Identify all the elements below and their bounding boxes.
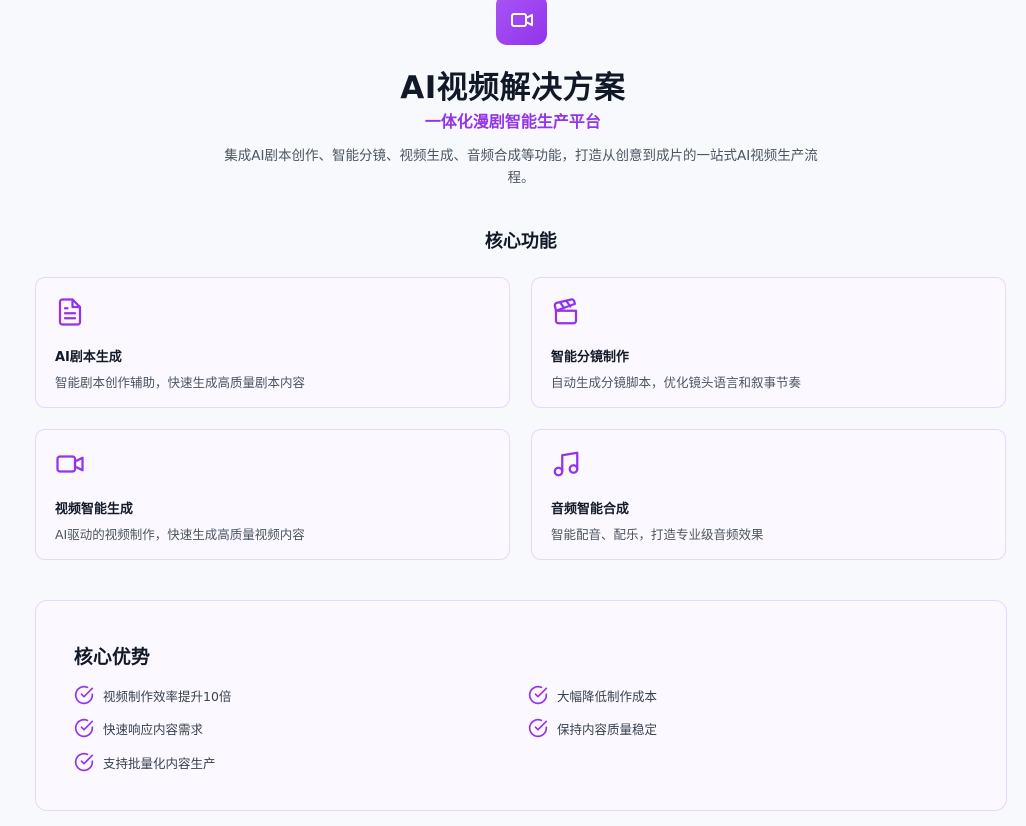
advantage-item: 大幅降低制作成本 xyxy=(528,685,657,705)
clapperboard-icon xyxy=(553,298,578,325)
advantage-label: 支持批量化内容生产 xyxy=(103,755,216,771)
hero-video-camera-icon xyxy=(496,0,547,45)
feature-card-storyboard[interactable]: 智能分镜制作 自动生成分镜脚本，优化镜头语言和叙事节奏 xyxy=(531,277,1006,408)
advantage-item: 视频制作效率提升10倍 xyxy=(74,685,231,705)
advantages-title: 核心优势 xyxy=(74,646,151,668)
feature-card-title: AI剧本生成 xyxy=(55,350,122,365)
music-note-icon xyxy=(553,451,579,477)
check-circle-icon xyxy=(74,752,94,772)
advantage-item: 快速响应内容需求 xyxy=(74,718,203,738)
features-section-title: 核心功能 xyxy=(485,231,557,252)
feature-card-desc: 智能剧本创作辅助，快速生成高质量剧本内容 xyxy=(55,375,306,390)
feature-card-title: 音频智能合成 xyxy=(551,502,630,517)
advantage-label: 大幅降低制作成本 xyxy=(557,688,658,704)
advantage-label: 视频制作效率提升10倍 xyxy=(103,688,232,704)
check-circle-icon xyxy=(528,718,548,738)
page-subtitle: 一体化漫剧智能生产平台 xyxy=(424,112,601,131)
advantage-item: 保持内容质量稳定 xyxy=(528,718,657,738)
feature-card-title: 智能分镜制作 xyxy=(551,350,630,365)
feature-card-audio[interactable]: 音频智能合成 智能配音、配乐，打造专业级音频效果 xyxy=(531,429,1006,560)
page-description: 集成AI剧本创作、智能分镜、视频生成、音频合成等功能，打造从创意到成片的一站式A… xyxy=(224,148,818,186)
feature-card-title: 视频智能生成 xyxy=(55,502,134,517)
feature-card-desc: 智能配音、配乐，打造专业级音频效果 xyxy=(551,527,764,542)
check-circle-icon xyxy=(528,685,548,705)
document-icon xyxy=(58,298,82,326)
video-camera-icon xyxy=(56,455,84,473)
feature-card-desc: 自动生成分镜脚本，优化镜头语言和叙事节奏 xyxy=(551,375,802,390)
check-circle-icon xyxy=(74,685,94,705)
page: AI视频解决方案 一体化漫剧智能生产平台 集成AI剧本创作、智能分镜、视频生成、… xyxy=(0,0,1026,826)
advantage-item: 支持批量化内容生产 xyxy=(74,752,216,772)
advantage-label: 快速响应内容需求 xyxy=(103,721,204,737)
check-circle-icon xyxy=(74,718,94,738)
page-title: AI视频解决方案 xyxy=(400,70,626,106)
feature-card-video[interactable]: 视频智能生成 AI驱动的视频制作，快速生成高质量视频内容 xyxy=(35,429,510,560)
advantage-label: 保持内容质量稳定 xyxy=(557,721,658,737)
advantages-panel: 核心优势 视频制作效率提升10倍 大幅降低制作成本 快速响应内容需求 保持内容质… xyxy=(35,600,1007,811)
feature-card-script[interactable]: AI剧本生成 智能剧本创作辅助，快速生成高质量剧本内容 xyxy=(35,277,510,408)
feature-card-desc: AI驱动的视频制作，快速生成高质量视频内容 xyxy=(55,527,305,542)
